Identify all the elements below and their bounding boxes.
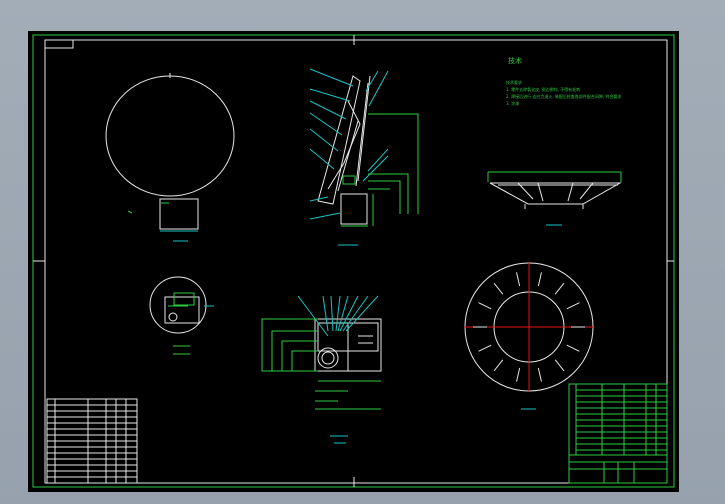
spoke-line: [554, 359, 565, 372]
tech-line-1: 技术要求: [506, 79, 522, 85]
side-section-view: [309, 68, 419, 246]
corner-label-box: [44, 39, 74, 49]
spoke-line: [516, 272, 521, 287]
detail-i-view: [149, 276, 214, 355]
parts-list: [46, 398, 138, 484]
tech-line-3: 2. 焊接后进行 去应力退火, 装配后检查各部件配合间隙, 符合要求: [506, 93, 621, 99]
tech-title: 技术: [508, 56, 522, 65]
inner-border: [44, 39, 668, 484]
spoke-line: [478, 344, 492, 352]
spoke-line: [566, 344, 580, 352]
spoke-line: [537, 272, 542, 287]
spoke-line: [516, 367, 521, 382]
tech-notes: 技术 技术要求 1. 零件去除氧化皮, 锐边倒钝, 不得有毛刺 2. 焊接后进行…: [506, 56, 621, 106]
drawing-canvas[interactable]: 技术 技术要求 1. 零件去除氧化皮, 锐边倒钝, 不得有毛刺 2. 焊接后进行…: [28, 31, 679, 492]
spoke-line: [554, 282, 565, 295]
title-block: [568, 383, 668, 484]
outer-border: [32, 34, 675, 488]
tech-line-4: 3. 涂漆: [506, 100, 519, 106]
round-plan-view: [464, 262, 594, 410]
spoke-line: [566, 302, 580, 310]
top-view-circle: [105, 73, 235, 242]
cad-drawing: 技术 技术要求 1. 零件去除氧化皮, 锐边倒钝, 不得有毛刺 2. 焊接后进行…: [32, 34, 675, 488]
spoke-line: [537, 367, 542, 382]
spoke-line: [493, 282, 504, 295]
tech-line-2: 1. 零件去除氧化皮, 锐边倒钝, 不得有毛刺: [506, 86, 580, 92]
spoke-line: [493, 359, 504, 372]
spoke-line: [478, 302, 492, 310]
front-elevation-view: [487, 171, 622, 226]
partial-section-view: [261, 295, 382, 444]
